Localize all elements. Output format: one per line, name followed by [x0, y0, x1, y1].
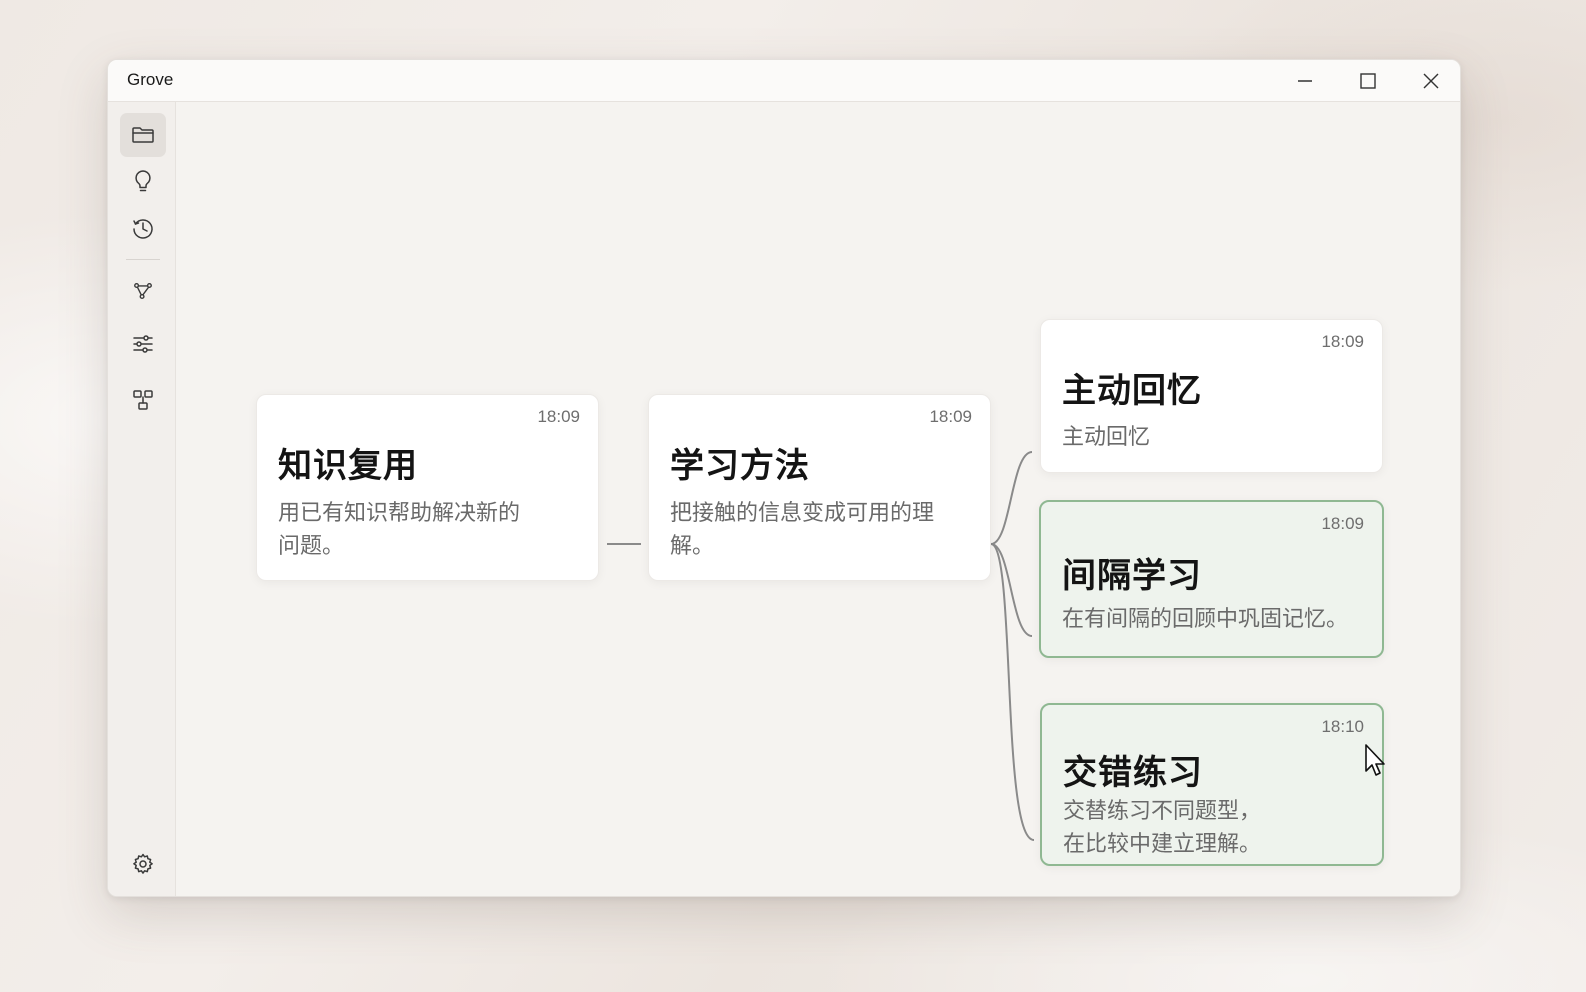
node-title: 学习方法 [670, 446, 810, 486]
maximize-button[interactable] [1336, 60, 1399, 102]
settings-button[interactable] [120, 842, 166, 886]
link-xuexi-zhudong [990, 451, 1033, 545]
sidebar-divider [126, 259, 160, 260]
node-card-selected[interactable]: 18:09 间隔学习 在有间隔的回顾中巩固记忆。 [1039, 500, 1384, 658]
app-window: Grove 18:09 知识复用 用已有知识帮助解决新的 问题。 18:09 学… [107, 59, 1461, 897]
node-body: 用已有知识帮助解决新的 问题。 [278, 497, 520, 563]
sliders-icon [133, 335, 153, 353]
node-card-selected[interactable]: 18:10 交错练习 交替练习不同题型， 在比较中建立理解。 [1040, 703, 1384, 866]
node-time: 18:09 [1321, 514, 1364, 533]
node-body: 主动回忆 [1062, 421, 1150, 454]
mouse-pointer-icon [1365, 744, 1385, 776]
node-time: 18:10 [1321, 717, 1364, 736]
gear-icon [133, 853, 153, 874]
node-body-line: 交替练习不同题型， [1063, 799, 1262, 824]
sidebar-item-filters[interactable] [120, 322, 166, 366]
node-body: 把接触的信息变成可用的理 解。 [670, 497, 934, 563]
close-button[interactable] [1399, 60, 1460, 102]
node-body-line: 主动回忆 [1062, 425, 1151, 450]
title-bar: Grove [108, 60, 1460, 102]
minimize-icon [1297, 80, 1312, 82]
history-icon [133, 219, 153, 239]
folder-icon [132, 127, 154, 143]
node-time: 18:09 [929, 407, 972, 426]
node-title: 间隔学习 [1062, 556, 1202, 596]
node-title: 交错练习 [1063, 753, 1203, 793]
node-time: 18:09 [537, 407, 580, 426]
node-card[interactable]: 18:09 知识复用 用已有知识帮助解决新的 问题。 [256, 394, 599, 581]
node-time: 18:09 [1321, 332, 1364, 351]
minimize-button[interactable] [1273, 60, 1336, 102]
app-title: Grove [127, 70, 174, 89]
node-title: 主动回忆 [1062, 371, 1202, 411]
sidebar-item-files[interactable] [120, 113, 166, 157]
node-body-line: 解。 [670, 534, 715, 559]
layout-tree-icon [133, 390, 153, 410]
link-xuexi-jiaocuo [990, 543, 1035, 841]
sidebar-item-graph[interactable] [120, 269, 166, 313]
node-title: 知识复用 [278, 446, 418, 486]
lightbulb-icon [135, 170, 151, 192]
node-body-line: 用已有知识帮助解决新的 [278, 501, 521, 526]
node-body: 在有间隔的回顾中巩固记忆。 [1062, 603, 1348, 636]
node-body-line: 问题。 [278, 534, 345, 559]
graph-nodes-icon [134, 282, 152, 300]
node-body-line: 把接触的信息变成可用的理 [670, 501, 935, 526]
mindmap-canvas[interactable]: 18:09 知识复用 用已有知识帮助解决新的 问题。 18:09 学习方法 把接… [176, 102, 1460, 896]
maximize-icon [1359, 73, 1376, 89]
sidebar [108, 102, 176, 896]
sidebar-item-ideas[interactable] [120, 160, 166, 204]
sidebar-item-layout[interactable] [120, 378, 166, 422]
node-body-line: 在比较中建立理解。 [1063, 832, 1262, 857]
node-body: 交替练习不同题型， 在比较中建立理解。 [1063, 795, 1261, 861]
close-icon [1423, 73, 1438, 89]
node-card[interactable]: 18:09 主动回忆 主动回忆 [1040, 319, 1383, 473]
node-body-line: 在有间隔的回顾中巩固记忆。 [1062, 607, 1349, 632]
sidebar-item-history[interactable] [120, 207, 166, 251]
link-xuexi-jiange [990, 543, 1033, 637]
node-card[interactable]: 18:09 学习方法 把接触的信息变成可用的理 解。 [648, 394, 991, 581]
